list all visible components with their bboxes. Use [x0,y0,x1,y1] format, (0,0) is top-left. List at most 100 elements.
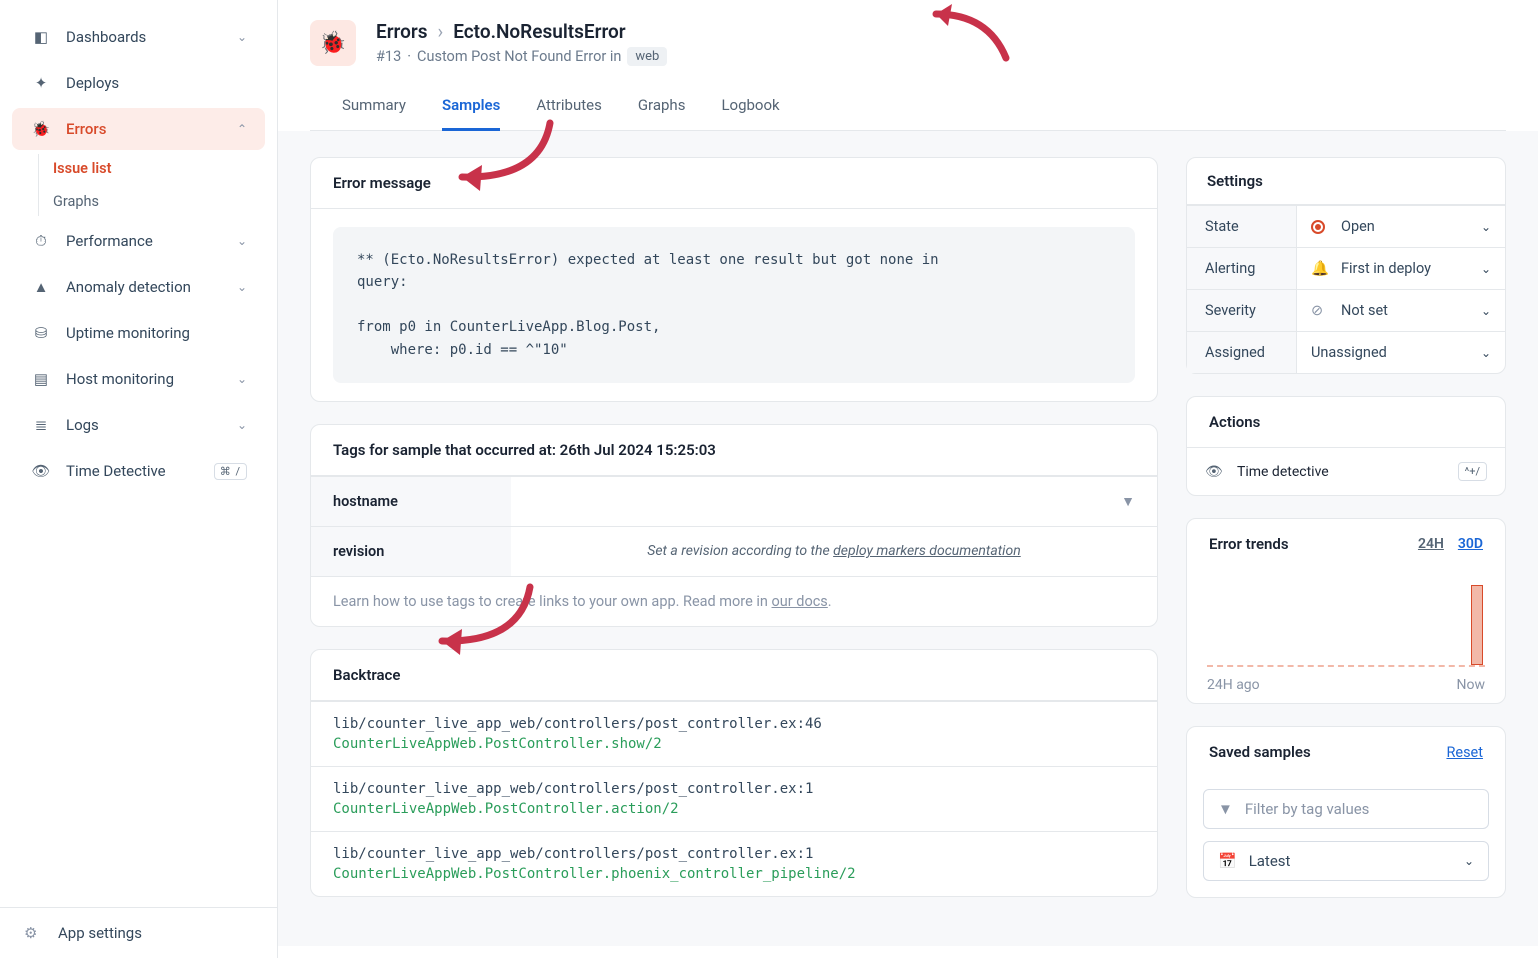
card-title: Backtrace [311,650,1157,701]
kbd-shortcut: ^+/ [1458,462,1487,481]
breadcrumb-root[interactable]: Errors [376,20,428,43]
nav-deploys[interactable]: ✦ Deploys [12,62,265,104]
docs-link[interactable]: our docs [772,593,828,610]
nav-logs[interactable]: ≣ Logs ⌄ [12,404,265,446]
sidebar: ◧ Dashboards ⌄ ✦ Deploys 🐞 Errors ⌃ Issu… [0,0,278,958]
detective-icon: 👁 [1205,464,1227,480]
card-title: Tags for sample that occurred at: 26th J… [311,425,1157,476]
tab-samples[interactable]: Samples [442,88,500,131]
settings-card: Settings State Open ⌄ Alerting 🔔 [1186,157,1506,374]
setting-label-severity: Severity [1187,290,1297,331]
tab-graphs[interactable]: Graphs [638,88,686,131]
breadcrumb: Errors › Ecto.NoResultsError [376,20,667,43]
trend-label-left: 24H ago [1207,677,1260,693]
subnav-graphs[interactable]: Graphs [39,187,277,216]
tab-summary[interactable]: Summary [342,88,406,131]
card-title: Error message [311,158,1157,209]
tab-attributes[interactable]: Attributes [536,88,602,131]
chevron-down-icon: ⌄ [237,30,247,44]
breadcrumb-separator-icon: › [438,20,444,43]
nav-anomaly[interactable]: ▲ Anomaly detection ⌄ [12,266,265,308]
card-title: Saved samples Reset [1187,727,1505,777]
action-time-detective[interactable]: 👁 Time detective ^+/ [1187,447,1505,495]
nav-host[interactable]: ▤ Host monitoring ⌄ [12,358,265,400]
gear-icon: ⚙ [24,924,46,942]
backtrace-row[interactable]: lib/counter_live_app_web/controllers/pos… [311,766,1157,831]
nav-label: Uptime monitoring [66,324,247,342]
card-title: Error trends 24H 30D [1187,519,1505,569]
chevron-down-icon: ⌄ [1481,220,1491,234]
nav-label: Dashboards [66,28,237,46]
sample-select[interactable]: 📅 Latest ⌄ [1203,841,1489,881]
actions-card: Actions 👁 Time detective ^+/ [1186,396,1506,496]
backtrace-fn: CounterLiveAppWeb.PostController.phoenix… [333,866,1135,882]
subnav-issue-list[interactable]: Issue list [39,154,277,183]
tag-val-hostname: ▼ [511,477,1157,526]
chevron-down-icon: ⌄ [1481,262,1491,276]
setting-label-alerting: Alerting [1187,248,1297,289]
nav-time-detective[interactable]: 👁 Time Detective ⌘ / [12,450,265,492]
tab-logbook[interactable]: Logbook [721,88,779,131]
nav-label: App settings [58,924,142,942]
app-settings-link[interactable]: ⚙ App settings [24,924,253,942]
list-icon: ≣ [30,414,52,436]
trends-card: Error trends 24H 30D 24H ago Now [1186,518,1506,704]
chevron-down-icon: ⌄ [1481,304,1491,318]
error-message-body: ** (Ecto.NoResultsError) expected at lea… [333,227,1135,383]
setting-state[interactable]: Open ⌄ [1297,206,1505,247]
card-title: Actions [1187,397,1505,447]
nav-performance[interactable]: ⏱ Performance ⌄ [12,220,265,262]
range-30d[interactable]: 30D [1458,536,1483,552]
nav-label: Deploys [66,74,247,92]
range-24h[interactable]: 24H [1418,536,1444,552]
tags-docs-note: Learn how to use tags to create links to… [311,576,1157,626]
nav-uptime[interactable]: ⛁ Uptime monitoring [12,312,265,354]
main-content: 🐞 Errors › Ecto.NoResultsError #13 · Cus… [278,0,1538,958]
dashboard-icon: ◧ [30,26,52,48]
tag-val-revision: Set a revision according to the deploy m… [511,527,1157,576]
backtrace-path: lib/counter_live_app_web/controllers/pos… [333,846,1135,862]
kbd-shortcut: ⌘ / [214,463,247,480]
nav-label: Host monitoring [66,370,237,388]
nav-dashboards[interactable]: ◧ Dashboards ⌄ [12,16,265,58]
error-message-card: Error message ** (Ecto.NoResultsError) e… [310,157,1158,402]
backtrace-row[interactable]: lib/counter_live_app_web/controllers/pos… [311,701,1157,766]
tags-card: Tags for sample that occurred at: 26th J… [310,424,1158,627]
rocket-icon: ✦ [30,72,52,94]
backtrace-card: Backtrace lib/counter_live_app_web/contr… [310,649,1158,897]
backtrace-path: lib/counter_live_app_web/controllers/pos… [333,781,1135,797]
chevron-down-icon: ⌄ [1481,346,1491,360]
errors-subnav: Issue list Graphs [38,154,277,216]
card-title: Settings [1187,158,1505,205]
status-open-icon [1311,220,1331,234]
database-icon: ⛁ [30,322,52,344]
alert-icon: ▲ [30,276,52,298]
deploy-markers-link[interactable]: deploy markers documentation [833,543,1021,559]
backtrace-fn: CounterLiveAppWeb.PostController.show/2 [333,736,1135,752]
chevron-up-icon: ⌃ [237,122,247,136]
server-icon: ▤ [30,368,52,390]
backtrace-fn: CounterLiveAppWeb.PostController.action/… [333,801,1135,817]
setting-severity[interactable]: ⊘ Not set ⌄ [1297,290,1505,331]
error-badge-icon: 🐞 [310,20,356,66]
setting-label-state: State [1187,206,1297,247]
nav-label: Errors [66,120,237,138]
trend-label-right: Now [1457,677,1486,693]
tabs: Summary Samples Attributes Graphs Logboo… [310,88,1506,131]
chevron-down-icon: ⌄ [237,280,247,294]
nav-errors[interactable]: 🐞 Errors ⌃ [12,108,265,150]
tag-key-hostname: hostname [311,477,511,526]
namespace-pill[interactable]: web [627,47,667,66]
nav-label: Anomaly detection [66,278,237,296]
backtrace-row[interactable]: lib/counter_live_app_web/controllers/pos… [311,831,1157,896]
nav-label: Time Detective [66,462,214,480]
saved-samples-card: Saved samples Reset ▼ Filter by tag valu… [1186,726,1506,898]
nav-label: Logs [66,416,237,434]
reset-link[interactable]: Reset [1446,744,1483,761]
setting-alerting[interactable]: 🔔 First in deploy ⌄ [1297,248,1505,289]
setting-assigned[interactable]: Unassigned ⌄ [1297,332,1505,373]
calendar-icon: 📅 [1218,852,1237,870]
filter-input[interactable]: ▼ Filter by tag values [1203,789,1489,829]
chevron-down-icon: ⌄ [237,372,247,386]
filter-icon[interactable]: ▼ [1121,493,1135,510]
